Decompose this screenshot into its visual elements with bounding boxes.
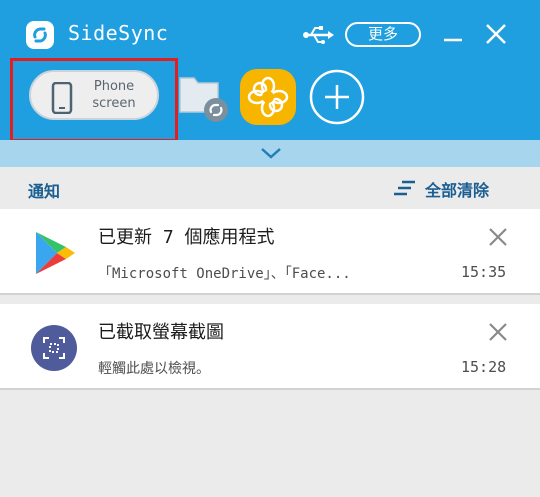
- notification-title: 已截取螢幕截圖: [98, 322, 224, 343]
- close-icon[interactable]: [484, 22, 508, 46]
- clear-all-label: 全部清除: [425, 181, 490, 200]
- play-store-icon: [30, 229, 78, 277]
- dismiss-icon[interactable]: [488, 227, 508, 247]
- minimize-icon[interactable]: [442, 24, 464, 46]
- notification-time: 15:35: [461, 263, 507, 281]
- app-shortcut-icon[interactable]: [240, 69, 296, 125]
- screenshot-icon: [30, 324, 78, 372]
- usb-icon: [302, 24, 334, 46]
- add-icon[interactable]: [309, 69, 365, 125]
- notification-time: 15:28: [461, 358, 507, 376]
- notification-card[interactable]: 已截取螢幕截圖 輕觸此處以檢視。 15:28: [0, 304, 540, 390]
- notifications-title: 通知: [28, 182, 61, 201]
- more-button[interactable]: 更多: [345, 22, 421, 47]
- dismiss-icon[interactable]: [488, 322, 508, 342]
- folder-sync-icon[interactable]: [178, 70, 230, 124]
- notification-text: 「Microsoft OneDrive」、「Face...: [98, 266, 351, 282]
- notification-text: 輕觸此處以檢視。: [98, 361, 210, 377]
- notification-card[interactable]: 已更新 7 個應用程式 「Microsoft OneDrive」、「Face..…: [0, 209, 540, 295]
- sidesync-logo-icon: [26, 21, 54, 49]
- chevron-down-icon[interactable]: [259, 145, 283, 159]
- clear-list-icon: [393, 179, 417, 197]
- app-title: SideSync: [68, 21, 169, 45]
- highlight-box: [10, 58, 178, 142]
- notification-title: 已更新 7 個應用程式: [98, 227, 275, 248]
